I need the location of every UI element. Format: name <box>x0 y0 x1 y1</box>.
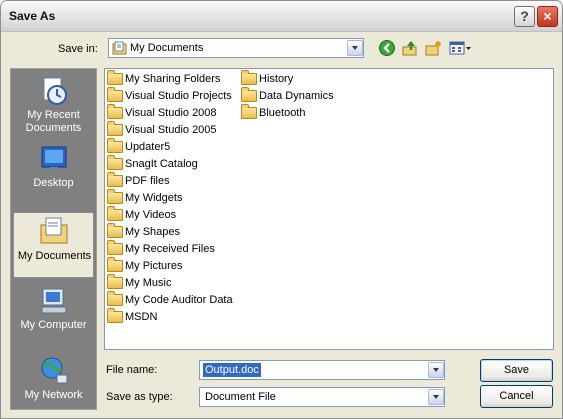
save-as-type-value: Document File <box>205 391 276 403</box>
save-in-dropdown[interactable]: My Documents <box>108 38 364 58</box>
file-list-item-label: Visual Studio 2008 <box>125 107 217 119</box>
file-list-item[interactable]: My Received Files <box>107 240 215 257</box>
folder-icon <box>107 240 123 255</box>
file-name-combobox[interactable]: Output.doc <box>199 360 445 380</box>
file-list-item-label: My Sharing Folders <box>125 73 221 85</box>
file-list-item-label: My Videos <box>125 209 177 221</box>
file-list-item-label: My Pictures <box>125 260 183 272</box>
file-list-item[interactable]: Data Dynamics <box>241 87 334 104</box>
file-list-item[interactable]: Visual Studio 2005 <box>107 121 217 138</box>
folder-icon <box>107 308 123 323</box>
folder-icon <box>107 189 123 204</box>
file-list-item-label: Bluetooth <box>259 107 306 119</box>
my-documents-small-icon <box>112 41 128 55</box>
file-list-item-label: Visual Studio 2005 <box>125 124 217 136</box>
places-bar: My Recent Documents Desktop My Documents… <box>10 68 97 410</box>
save-in-value: My Documents <box>130 42 204 54</box>
close-icon: × <box>543 8 552 24</box>
up-folder-icon[interactable] <box>402 40 418 56</box>
place-my-recent-documents[interactable]: My Recent Documents <box>13 73 94 139</box>
save-as-type-label: Save as type: <box>106 391 173 403</box>
file-list-item-label: My Shapes <box>125 226 181 238</box>
chevron-down-icon[interactable] <box>428 389 444 405</box>
back-icon[interactable] <box>379 40 395 56</box>
new-folder-icon[interactable] <box>425 40 442 56</box>
file-name-input[interactable]: Output.doc <box>203 363 261 377</box>
place-label: My Computer <box>20 319 87 331</box>
file-list-item-label: MSDN <box>125 311 158 323</box>
file-list-item-label: Updater5 <box>125 141 171 153</box>
folder-icon <box>107 257 123 272</box>
folder-icon <box>241 70 257 85</box>
help-button[interactable]: ? <box>514 6 535 27</box>
folder-icon <box>107 172 123 187</box>
file-list-item-label: My Code Auditor Data <box>125 294 233 306</box>
folder-icon <box>107 138 123 153</box>
file-list-item[interactable]: My Code Auditor Data <box>107 291 233 308</box>
save-button[interactable]: Save <box>480 359 553 382</box>
file-list-item[interactable]: PDF files <box>107 172 170 189</box>
title-bar[interactable]: Save As ? × <box>1 1 562 32</box>
file-list-item[interactable]: My Music <box>107 274 172 291</box>
folder-icon <box>241 87 257 102</box>
place-label: My Recent Documents <box>25 109 82 134</box>
folder-icon <box>107 70 123 85</box>
help-icon: ? <box>520 8 529 24</box>
file-list[interactable]: My Sharing Folders Visual Studio Projects… <box>104 68 554 350</box>
file-list-item[interactable]: Visual Studio Projects <box>107 87 232 104</box>
file-list-item-label: PDF files <box>125 175 170 187</box>
place-my-computer[interactable]: My Computer <box>13 283 94 349</box>
file-list-item-label: Visual Studio Projects <box>125 90 232 102</box>
place-my-documents[interactable]: My Documents <box>13 212 94 278</box>
folder-icon <box>107 121 123 136</box>
folder-icon <box>107 291 123 306</box>
file-list-item-label: My Music <box>125 277 172 289</box>
file-list-item-label: History <box>259 73 294 85</box>
file-list-item[interactable]: MSDN <box>107 308 158 325</box>
folder-icon <box>107 206 123 221</box>
file-list-item[interactable]: History <box>241 70 294 87</box>
file-name-label: File name: <box>106 364 158 376</box>
place-label: My Documents <box>17 250 92 262</box>
folder-icon <box>107 87 123 102</box>
file-list-item[interactable]: My Pictures <box>107 257 183 274</box>
file-list-item-label: My Widgets <box>125 192 183 204</box>
file-list-item[interactable]: My Videos <box>107 206 177 223</box>
chevron-down-icon[interactable] <box>428 362 444 378</box>
file-list-item-label: Data Dynamics <box>259 90 334 102</box>
save-in-label: Save in: <box>58 43 98 55</box>
file-list-item[interactable]: Updater5 <box>107 138 171 155</box>
file-list-item[interactable]: SnagIt Catalog <box>107 155 198 172</box>
folder-icon <box>241 104 257 119</box>
my-computer-icon <box>38 285 70 317</box>
folder-icon <box>107 274 123 289</box>
folder-icon <box>107 104 123 119</box>
cancel-button[interactable]: Cancel <box>480 385 553 408</box>
recent-documents-icon <box>38 75 70 107</box>
file-list-item[interactable]: Visual Studio 2008 <box>107 104 217 121</box>
place-my-network[interactable]: My Network <box>13 353 94 409</box>
chevron-down-icon[interactable] <box>347 40 363 56</box>
my-network-icon <box>38 355 70 387</box>
desktop-icon <box>38 143 70 175</box>
file-list-item[interactable]: My Sharing Folders <box>107 70 221 87</box>
close-button[interactable]: × <box>537 6 558 27</box>
views-menu-icon[interactable] <box>449 40 473 56</box>
my-documents-icon <box>38 215 70 247</box>
file-list-item[interactable]: My Widgets <box>107 189 183 206</box>
file-list-item-label: SnagIt Catalog <box>125 158 198 170</box>
file-list-item[interactable]: Bluetooth <box>241 104 306 121</box>
file-list-item[interactable]: My Shapes <box>107 223 181 240</box>
folder-icon <box>107 155 123 170</box>
save-as-type-dropdown[interactable]: Document File <box>199 387 445 407</box>
file-list-item-label: My Received Files <box>125 243 215 255</box>
save-as-dialog: Save As ? × Save in: My Documents My Rec… <box>0 0 563 419</box>
place-label: My Network <box>24 389 83 401</box>
folder-icon <box>107 223 123 238</box>
place-desktop[interactable]: Desktop <box>13 141 94 207</box>
place-label: Desktop <box>33 177 74 189</box>
dialog-title: Save As <box>9 9 56 23</box>
